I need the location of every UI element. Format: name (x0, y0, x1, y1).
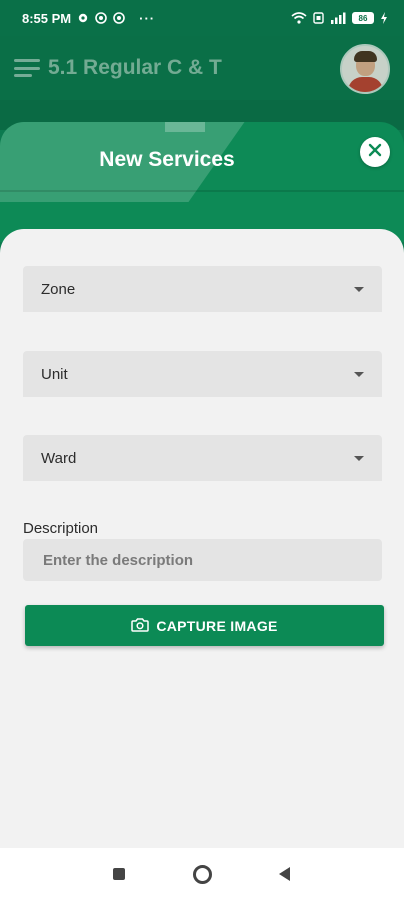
description-label: Description (23, 520, 99, 537)
charging-bolt-icon (380, 12, 388, 24)
status-bar: 8:55 PM ··· 86 (0, 0, 404, 36)
hamburger-menu-icon[interactable] (14, 59, 40, 77)
cellular-signal-icon (330, 12, 346, 24)
ward-dropdown-label: Ward (41, 449, 77, 467)
avatar-body (348, 77, 383, 92)
battery-icon: 86 (352, 12, 374, 24)
zone-dropdown-label: Zone (41, 280, 76, 298)
zone-dropdown[interactable]: Zone (23, 266, 382, 312)
header-decoration-2 (165, 122, 205, 132)
close-button[interactable] (360, 137, 390, 167)
ward-dropdown[interactable]: Ward (23, 435, 382, 481)
status-right: 86 (291, 12, 388, 24)
app-bar: 5.1 Regular C & T (0, 36, 404, 100)
screen: 8:55 PM ··· 86 5.1 Regular C & T New Ser… (0, 0, 404, 900)
chevron-down-icon (354, 455, 364, 461)
header-divider (0, 190, 404, 192)
circle-icon (192, 864, 212, 884)
sheet-title: New Services (99, 148, 235, 171)
capture-image-button[interactable]: CAPTURE IMAGE (25, 605, 384, 646)
app-title: 5.1 Regular C & T (48, 56, 222, 79)
notification-app-icon-2 (113, 12, 125, 24)
status-left: 8:55 PM ··· (22, 11, 155, 26)
capture-image-label: CAPTURE IMAGE (156, 617, 278, 634)
square-icon (113, 868, 125, 880)
description-input[interactable] (23, 539, 382, 581)
unit-dropdown-label: Unit (41, 365, 68, 383)
chevron-down-icon (354, 371, 364, 377)
sheet-header (0, 122, 404, 242)
back-triangle-icon (278, 867, 290, 881)
recents-button[interactable] (99, 848, 139, 900)
avatar-hair (354, 51, 377, 62)
avatar[interactable] (340, 44, 390, 94)
system-nav-bar (0, 848, 404, 900)
more-notifications-dots: ··· (139, 10, 156, 26)
home-button[interactable] (182, 848, 222, 900)
close-icon (368, 143, 382, 162)
camera-icon (131, 617, 150, 635)
notification-app-icon (95, 12, 107, 24)
back-button[interactable] (264, 848, 304, 900)
settings-gear-icon (77, 12, 89, 24)
chevron-down-icon (354, 286, 364, 292)
sim-icon (313, 12, 324, 24)
unit-dropdown[interactable]: Unit (23, 351, 382, 397)
status-time: 8:55 PM (22, 10, 72, 26)
wifi-icon (291, 12, 307, 24)
